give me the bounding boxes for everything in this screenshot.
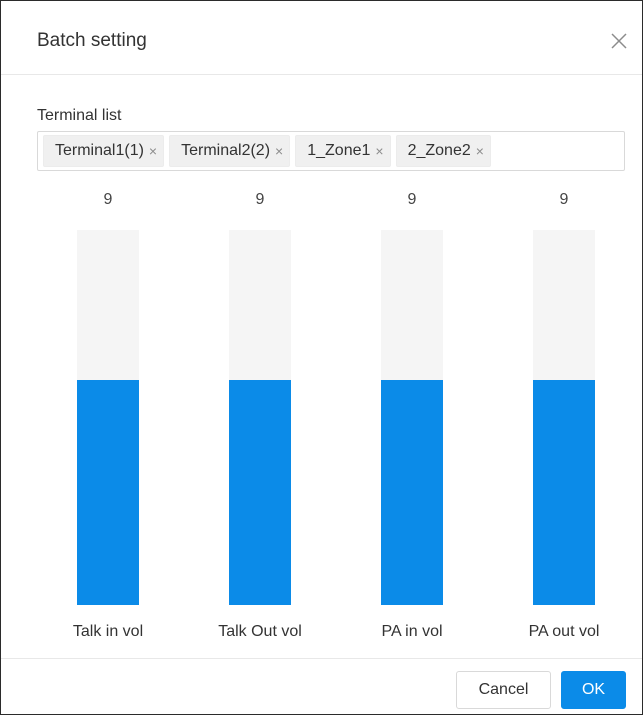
- tag-remove-icon[interactable]: ×: [149, 144, 157, 158]
- pa-out-vol-slider[interactable]: [533, 230, 595, 605]
- terminal-tag: 1_Zone1 ×: [295, 135, 391, 167]
- talk-out-vol-slider[interactable]: [229, 230, 291, 605]
- slider-fill: [381, 380, 443, 605]
- dialog-title: Batch setting: [37, 30, 147, 51]
- ok-button[interactable]: OK: [561, 671, 626, 709]
- tag-label: Terminal2(2): [181, 142, 271, 159]
- slider-fill: [77, 380, 139, 605]
- batch-setting-dialog: Batch setting Terminal list Terminal1(1)…: [0, 0, 643, 715]
- slider-value: 9: [559, 191, 569, 208]
- slider-label: PA in vol: [381, 623, 443, 640]
- tag-remove-icon[interactable]: ×: [476, 144, 484, 158]
- slider-value: 9: [255, 191, 265, 208]
- slider-label: PA out vol: [528, 623, 600, 640]
- terminal-tag: Terminal2(2) ×: [169, 135, 291, 167]
- terminal-list-label: Terminal list: [37, 107, 122, 124]
- slider-value: 9: [103, 191, 113, 208]
- dialog-header: Batch setting: [1, 1, 642, 75]
- slider-value: 9: [407, 191, 417, 208]
- slider-fill: [533, 380, 595, 605]
- dialog-footer: Cancel OK: [1, 658, 642, 715]
- tag-label: Terminal1(1): [55, 142, 144, 159]
- tag-label: 1_Zone1: [307, 142, 371, 159]
- terminal-tag: Terminal1(1) ×: [43, 135, 165, 167]
- talk-in-vol-slider[interactable]: [77, 230, 139, 605]
- terminal-list-select[interactable]: Terminal1(1) × Terminal2(2) × 1_Zone1 × …: [37, 131, 625, 171]
- pa-in-vol-slider[interactable]: [381, 230, 443, 605]
- tag-remove-icon[interactable]: ×: [275, 144, 283, 158]
- slider-label: Talk Out vol: [218, 623, 302, 640]
- slider-fill: [229, 380, 291, 605]
- slider-label: Talk in vol: [72, 623, 144, 640]
- tag-label: 2_Zone2: [407, 142, 471, 159]
- close-icon[interactable]: [607, 29, 631, 53]
- cancel-button[interactable]: Cancel: [456, 671, 551, 709]
- tag-remove-icon[interactable]: ×: [375, 144, 383, 158]
- terminal-tag: 2_Zone2 ×: [395, 135, 491, 167]
